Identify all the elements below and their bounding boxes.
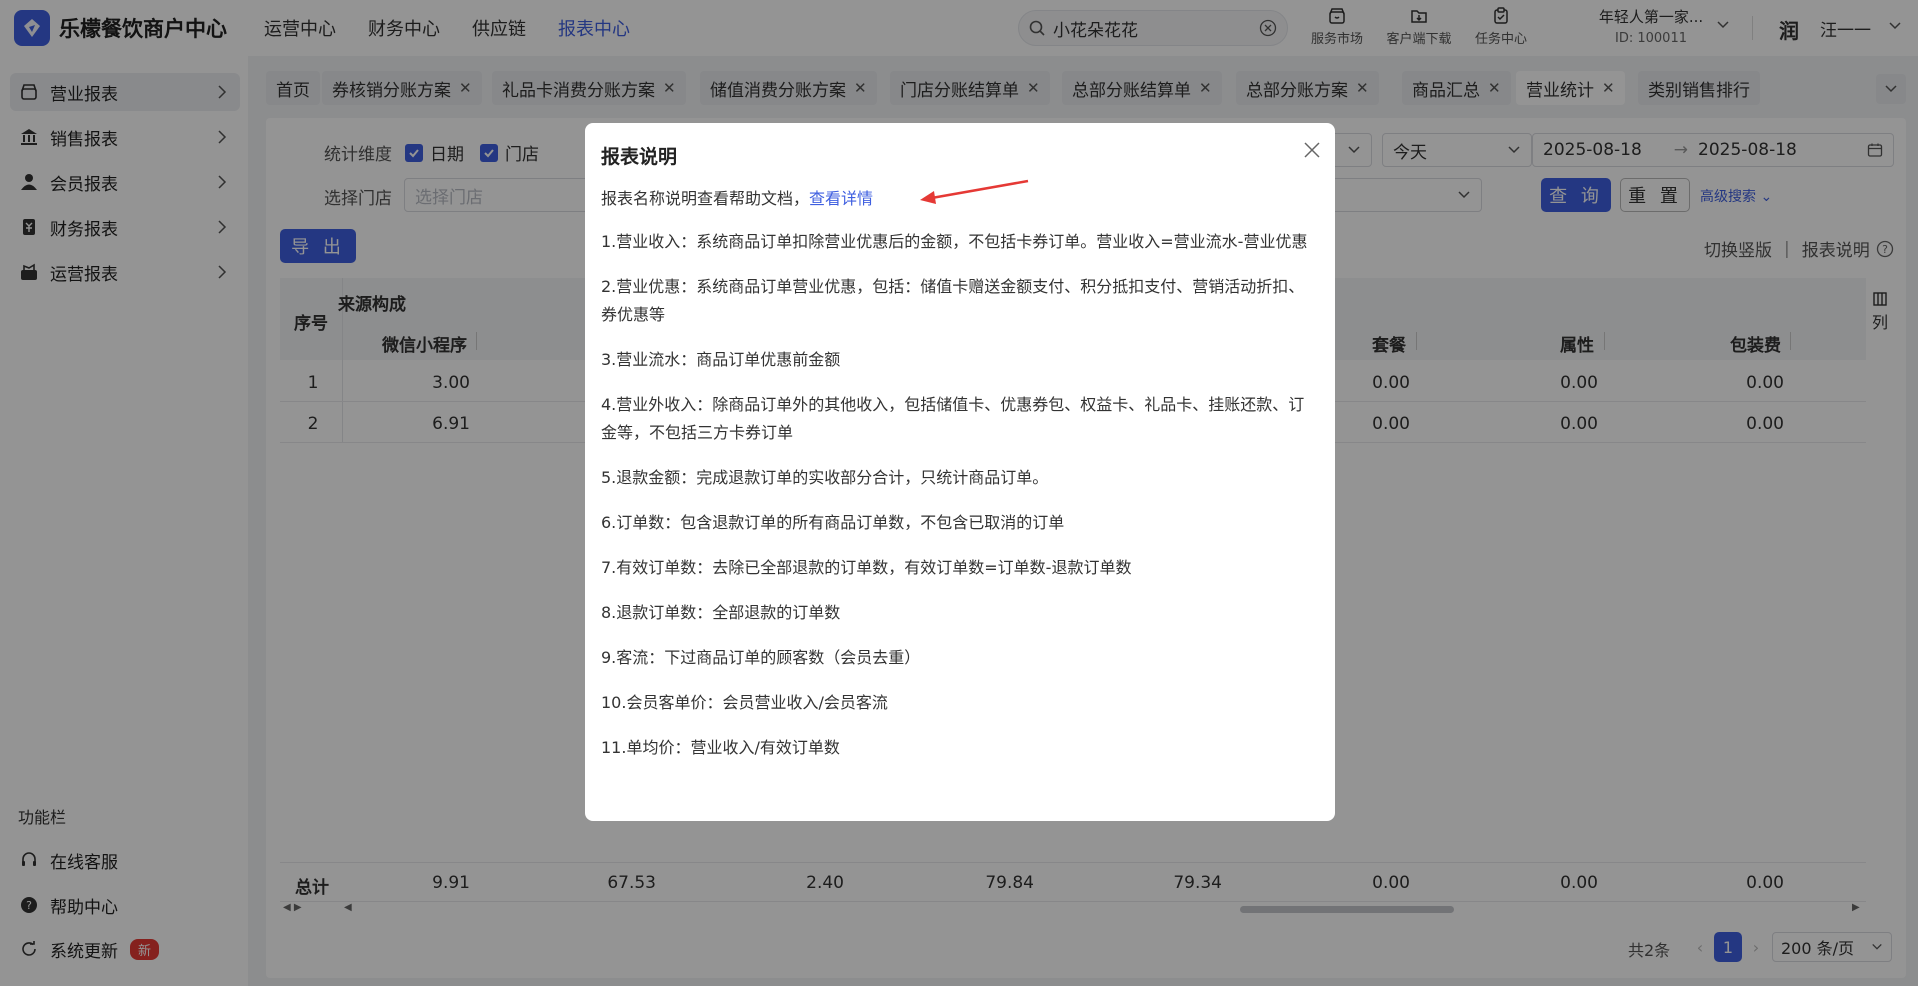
definition-item: 1.营业收入：系统商品订单扣除营业优惠后的金额，不包括卡券订单。营业收入=营业流… [601,232,1308,251]
definition-item: 6.订单数：包含退款订单的所有商品订单数，不包含已取消的订单 [601,513,1065,532]
view-details-link[interactable]: 查看详情 [809,189,873,208]
definition-item: 2.营业优惠：系统商品订单营业优惠，包括：储值卡赠送金额支付、积分抵扣支付、营销… [601,277,1305,324]
definition-item: 3.营业流水：商品订单优惠前金额 [601,350,841,369]
red-arrow-annotation [920,179,1029,204]
definition-item: 4.营业外收入：除商品订单外的其他收入，包括储值卡、优惠券包、权益卡、礼品卡、挂… [601,395,1305,442]
definition-item: 5.退款金额：完成退款订单的实收部分合计，只统计商品订单。 [601,468,1049,487]
modal-intro: 报表名称说明查看帮助文档，查看详情 [601,185,873,209]
definition-item: 10.会员客单价：会员营业收入/会员客流 [601,693,888,712]
definition-list: 1.营业收入：系统商品订单扣除营业优惠后的金额，不包括卡券订单。营业收入=营业流… [601,228,1319,779]
definition-item: 8.退款订单数：全部退款的订单数 [601,603,841,622]
modal-intro-text: 报表名称说明查看帮助文档， [601,189,810,208]
modal-title: 报表说明 [601,146,678,168]
close-icon[interactable] [1303,141,1321,159]
report-help-modal: 报表说明 报表名称说明查看帮助文档，查看详情 1.营业收入：系统商品订单扣除营业… [585,123,1335,821]
definition-item: 7.有效订单数：去除已全部退款的订单数，有效订单数=订单数-退款订单数 [601,558,1132,577]
definition-item: 9.客流：下过商品订单的顾客数（会员去重） [601,648,921,667]
definition-item: 11.单均价：营业收入/有效订单数 [601,738,840,757]
